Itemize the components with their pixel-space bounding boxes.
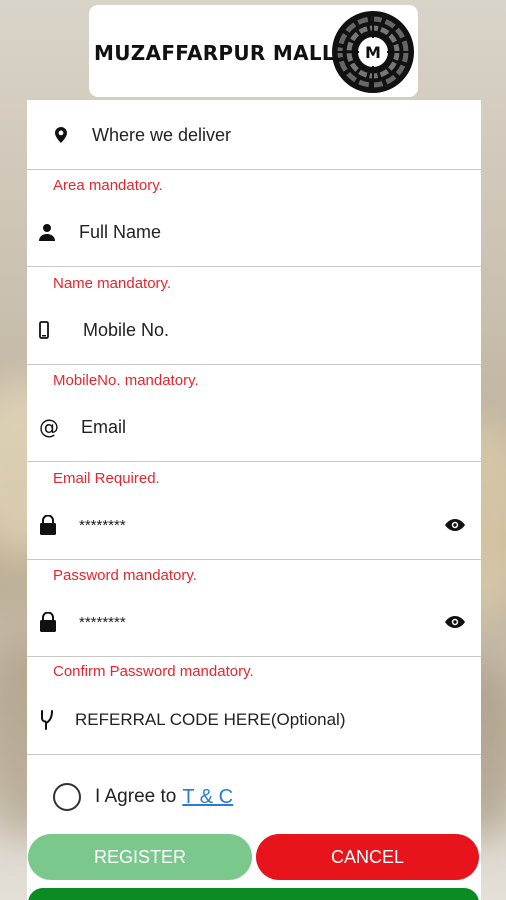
password-row	[27, 490, 481, 560]
confirm-password-input[interactable]	[79, 602, 419, 642]
confirm-password-error: Confirm Password mandatory.	[53, 663, 254, 680]
registration-form: Area mandatory. Name mandatory. MobileNo…	[27, 100, 481, 900]
lock-icon	[36, 490, 60, 560]
register-button[interactable]: REGISTER	[28, 834, 252, 880]
full-name-input[interactable]	[79, 212, 449, 252]
email-error: Email Required.	[53, 470, 160, 487]
name-error: Name mandatory.	[53, 275, 172, 292]
cancel-button[interactable]: CANCEL	[256, 834, 479, 880]
terms-agreement: I Agree to T & C	[53, 783, 233, 811]
agree-radio[interactable]	[53, 783, 81, 811]
mall-emblem-icon: M	[332, 11, 414, 93]
mobile-input[interactable]	[83, 310, 453, 350]
area-row	[27, 100, 481, 170]
location-pin-icon	[49, 100, 73, 170]
terms-link[interactable]: T & C	[182, 786, 233, 809]
eye-icon[interactable]	[443, 490, 467, 560]
area-input[interactable]	[92, 115, 452, 155]
at-sign-icon: @	[39, 415, 59, 439]
person-icon	[35, 197, 59, 267]
bottom-bar	[28, 888, 479, 900]
email-input[interactable]	[81, 407, 451, 447]
lock-icon	[36, 587, 60, 657]
logo-text: MUZAFFARPUR MALL	[94, 41, 335, 65]
eye-icon[interactable]	[443, 587, 467, 657]
referral-icon	[35, 685, 59, 755]
mobile-row	[27, 295, 481, 365]
password-error: Password mandatory.	[53, 567, 197, 584]
confirm-password-row	[27, 587, 481, 657]
agree-text: I Agree to	[95, 786, 177, 807]
email-row: @	[27, 392, 481, 462]
referral-row	[27, 685, 481, 755]
area-error: Area mandatory.	[53, 177, 163, 194]
mobile-error: MobileNo. mandatory.	[53, 372, 199, 389]
referral-input[interactable]	[75, 700, 465, 740]
name-row	[27, 197, 481, 267]
mobile-phone-icon	[32, 295, 56, 365]
emblem-letter: M	[365, 43, 381, 62]
logo: MUZAFFARPUR MALL M	[89, 5, 418, 97]
password-input[interactable]	[79, 505, 419, 545]
